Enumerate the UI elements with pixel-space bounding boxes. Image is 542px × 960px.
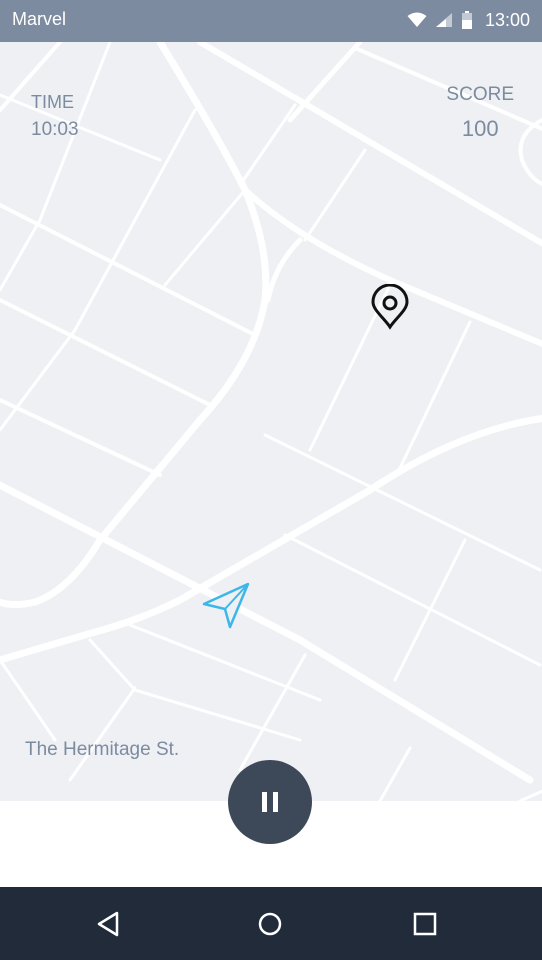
road (303, 148, 367, 242)
battery-icon (461, 11, 472, 29)
status-icons: 13:00 (407, 8, 530, 32)
road (518, 118, 542, 186)
game-map[interactable] (0, 42, 542, 801)
road (393, 538, 467, 682)
road (88, 638, 302, 742)
signal-icon (435, 13, 452, 27)
road (0, 398, 162, 477)
home-icon (258, 912, 282, 936)
score-display: SCORE 100 (446, 84, 514, 142)
street-name: The Hermitage St. (25, 739, 180, 760)
pause-button[interactable] (228, 760, 312, 844)
road (287, 42, 363, 123)
wifi-icon (407, 12, 427, 27)
road (163, 188, 247, 287)
recent-apps-icon (413, 912, 437, 936)
time-value: 10:03 (31, 119, 79, 140)
time-display: TIME 10:03 (31, 92, 79, 141)
road (378, 746, 412, 801)
road (265, 237, 303, 303)
road (263, 433, 542, 572)
back-button[interactable] (91, 907, 125, 941)
road (238, 103, 297, 187)
status-clock: 13:00 (484, 9, 530, 30)
score-value: 100 (461, 116, 499, 141)
status-bar: Marvel 13:00 (0, 0, 542, 42)
road (68, 686, 137, 782)
navigation-arrow-icon (202, 582, 252, 635)
time-label: TIME (31, 92, 74, 112)
pause-icon (262, 792, 278, 812)
road-network (0, 42, 542, 801)
road (0, 658, 57, 742)
system-nav-bar (0, 887, 542, 960)
back-icon (97, 911, 119, 937)
location-pin-icon[interactable] (370, 283, 410, 335)
app-name: Marvel (12, 9, 67, 29)
recent-apps-button[interactable] (408, 907, 442, 941)
road (398, 320, 472, 470)
home-button[interactable] (253, 907, 287, 941)
road (0, 93, 162, 162)
road (518, 789, 542, 801)
score-label: SCORE (446, 84, 514, 105)
